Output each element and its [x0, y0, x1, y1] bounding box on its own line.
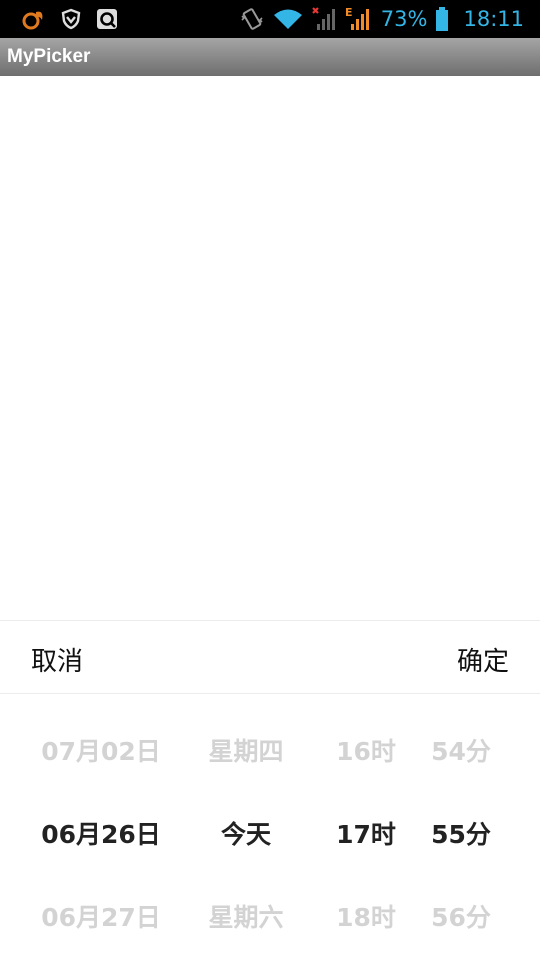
minute-prev-item[interactable]: 54分 [420, 732, 502, 768]
app-title: MyPicker [7, 46, 91, 67]
wifi-icon [273, 7, 303, 31]
hour-selected-item[interactable]: 17时 [316, 815, 416, 851]
vibrate-icon [239, 6, 265, 32]
weekday-selected-item[interactable]: 今天 [186, 815, 306, 851]
no-signal-icon [311, 6, 337, 32]
svg-text:E: E [345, 6, 353, 19]
minute-selected-item[interactable]: 55分 [420, 815, 502, 851]
battery-percent: 73% [380, 7, 428, 31]
weekday-next-item[interactable]: 星期六 [186, 898, 306, 934]
hour-wheel[interactable]: 16时 17时 18时 [316, 694, 416, 961]
confirm-button[interactable]: 确定 [457, 641, 509, 678]
status-clock: 18:11 [463, 7, 524, 31]
uc-browser-icon [22, 8, 46, 30]
content-area [0, 76, 540, 620]
minute-next-item[interactable]: 56分 [420, 898, 502, 934]
hour-prev-item[interactable]: 16时 [316, 732, 416, 768]
picker-toolbar: 取消 确定 [0, 621, 540, 694]
date-next-item[interactable]: 06月27日 [22, 898, 180, 934]
signal-e-icon: E [345, 6, 373, 32]
datetime-picker: 取消 确定 07月02日 06月26日 06月27日 星期四 今天 星期六 16… [0, 620, 540, 961]
status-bar: E 73% 18:11 [0, 0, 540, 38]
title-bar: MyPicker [0, 38, 540, 76]
date-selected-item[interactable]: 06月26日 [22, 815, 180, 851]
minute-wheel[interactable]: 54分 55分 56分 [420, 694, 502, 961]
date-prev-item[interactable]: 07月02日 [22, 732, 180, 768]
battery-icon [435, 6, 449, 32]
shield-icon [60, 8, 82, 30]
weekday-wheel[interactable]: 星期四 今天 星期六 [186, 694, 306, 961]
sync-icon [96, 8, 118, 30]
weekday-prev-item[interactable]: 星期四 [186, 732, 306, 768]
hour-next-item[interactable]: 18时 [316, 898, 416, 934]
date-wheel[interactable]: 07月02日 06月26日 06月27日 [22, 694, 180, 961]
cancel-button[interactable]: 取消 [31, 641, 83, 678]
